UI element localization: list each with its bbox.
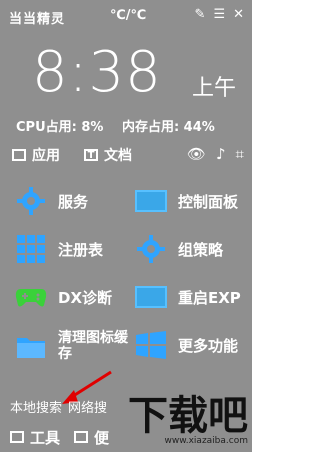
watermark: 下载吧 www.xiazaiba.com [128,396,248,446]
grid-item-group-policy[interactable]: 组策略 [134,234,223,264]
monitor-icon [134,186,168,216]
windows-icon [134,330,168,360]
grid-item-label: 服务 [58,192,89,211]
web-search-link[interactable]: 网络搜 [68,397,107,419]
grid-item-clear-icon-cache[interactable]: 清理图标缓存 [14,330,130,362]
eye-icon[interactable]: 👁 [187,145,206,163]
clock-time: 8:38 [32,40,162,105]
grid-item-dx-diag[interactable]: DX诊断 [14,282,112,312]
tab-bar: 应用 T 文档 [12,145,156,165]
watermark-logo: 下载吧 [128,393,248,439]
grid-icon [14,234,48,264]
tab-apps-label: 应用 [32,148,60,164]
tool-icons: 👁 ♪ ⌗ [187,145,244,163]
folder-icon [14,331,48,361]
temperature-unit[interactable]: ℃/℃ [110,8,146,23]
grid-item-label: 注册表 [58,240,104,259]
app-title: 当当精灵 [9,12,66,27]
tools-button[interactable]: 工具 [10,427,60,448]
memory-usage: 内存占用: 44% [121,120,215,135]
tab-documents-label: 文档 [104,148,132,164]
grid-item-more-functions[interactable]: 更多功能 [134,330,238,360]
menu-icon[interactable]: ☰ [213,8,225,21]
convenience-label: 便 [94,428,110,447]
app-window: 当当精灵 ℃/℃ ✎ ☰ ✕ 8:38 上午 CPU占用: 8% 内存占用: 4… [0,0,252,452]
music-icon[interactable]: ♪ [216,145,226,163]
grid-item-label: 清理图标缓存 [58,330,128,362]
convenience-button[interactable]: 便 [74,427,109,448]
monitor-icon [12,149,26,161]
gamepad-icon [14,282,48,312]
cpu-usage: CPU占用: 8% [16,120,104,135]
grid-item-label: 更多功能 [178,336,239,355]
system-stats: CPU占用: 8% 内存占用: 44% [16,116,229,135]
grid-item-label: 组策略 [178,240,224,259]
monitor-icon [134,282,168,312]
crop-icon[interactable]: ⌗ [236,145,244,163]
close-icon[interactable]: ✕ [233,8,244,21]
document-icon: T [84,149,98,161]
document-icon [74,431,89,443]
grid-item-label: 控制面板 [178,192,239,211]
grid-item-services[interactable]: 服务 [14,186,88,216]
grid-item-registry[interactable]: 注册表 [14,234,103,264]
local-search-link[interactable]: 本地搜索 [10,397,62,419]
grid-item-label: DX诊断 [58,288,113,307]
pin-icon[interactable]: ✎ [195,8,206,21]
grid-item-control-panel[interactable]: 控制面板 [134,186,238,216]
grid-item-label: 重启EXP [178,288,241,307]
tools-label: 工具 [30,428,61,447]
window-controls: ✎ ☰ ✕ [195,8,244,21]
monitor-icon [10,431,24,443]
gear-icon [134,234,168,264]
clock-ampm: 上午 [192,76,237,101]
grid-item-restart-explorer[interactable]: 重启EXP [134,282,241,312]
gear-icon [14,186,48,216]
tab-apps[interactable]: 应用 [12,145,60,165]
tab-documents[interactable]: T 文档 [84,145,132,165]
